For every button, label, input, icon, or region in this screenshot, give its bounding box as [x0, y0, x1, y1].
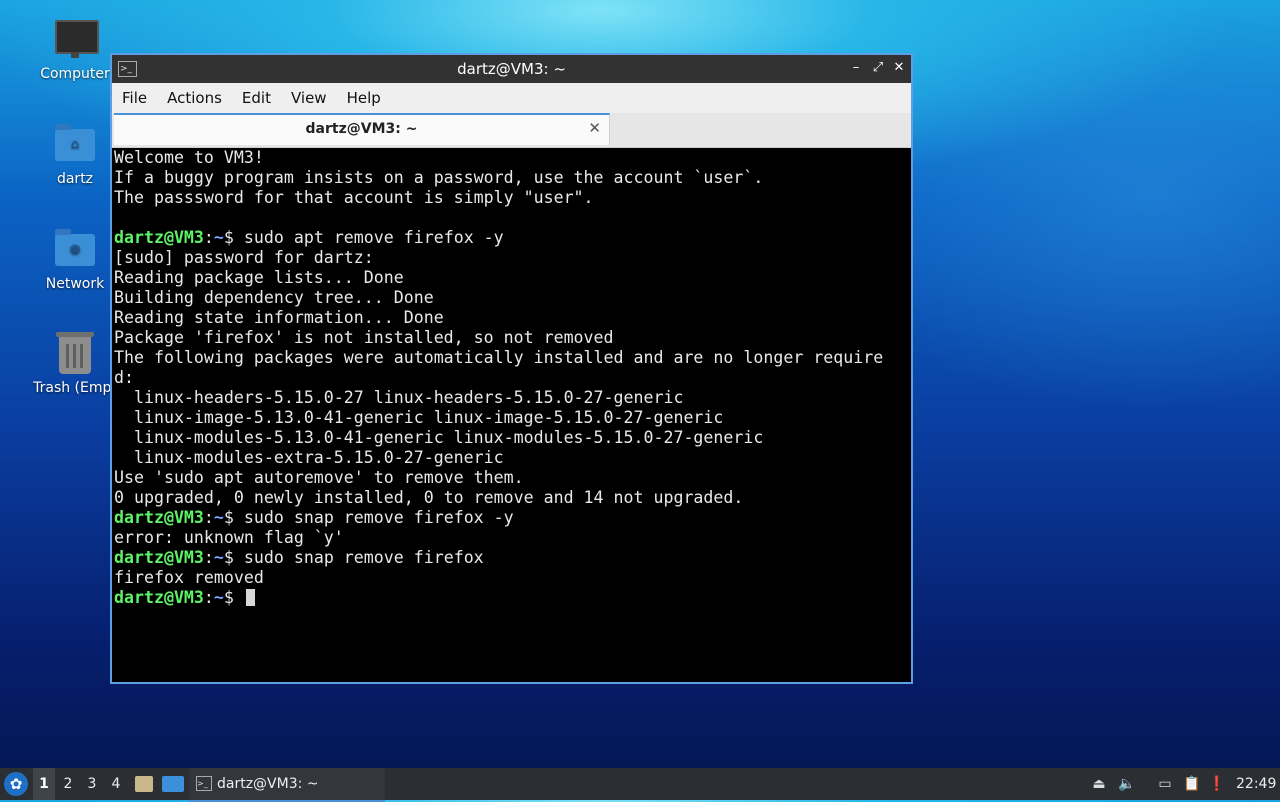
eject-icon[interactable]: ⏏ — [1090, 775, 1108, 793]
trash-icon — [53, 332, 97, 376]
volume-icon[interactable]: 🔈 — [1118, 775, 1136, 793]
tab-close-icon[interactable]: ✕ — [588, 119, 601, 137]
prompt-path: ~ — [213, 588, 224, 607]
terminal-line: Reading state information... Done — [114, 308, 444, 327]
command-text: sudo snap remove firefox — [243, 548, 484, 567]
computer-icon — [53, 18, 99, 62]
tab-terminal[interactable]: dartz@VM3: ~ ✕ — [114, 113, 610, 145]
terminal-line: firefox removed — [114, 568, 264, 587]
prompt-user: dartz@VM3 — [114, 548, 204, 567]
terminal-line: [sudo] password for dartz: — [114, 248, 374, 267]
home-folder-icon: ⌂ — [53, 123, 97, 167]
terminal-line: dartz@VM3:~$ sudo snap remove firefox -y — [114, 508, 909, 528]
terminal-window[interactable]: >_ dartz@VM3: ~ – ⤢ ✕ File Actions Edit … — [110, 53, 913, 684]
terminal-line: If a buggy program insists on a password… — [114, 168, 764, 187]
prompt-separator: : — [203, 548, 214, 567]
prompt-path: ~ — [213, 228, 224, 247]
terminal-line: dartz@VM3:~$ — [114, 588, 909, 608]
menu-actions[interactable]: Actions — [157, 89, 232, 107]
terminal-line: d: — [114, 368, 134, 387]
desktop-icon-network[interactable]: ◉ Network — [27, 228, 123, 292]
terminal-line: error: unknown flag `y' — [114, 528, 344, 547]
menu-view[interactable]: View — [281, 89, 337, 107]
prompt-dollar: $ — [223, 548, 244, 567]
prompt-separator: : — [203, 588, 214, 607]
workspace-4[interactable]: 4 — [105, 768, 127, 800]
prompt-path: ~ — [213, 508, 224, 527]
minimize-button[interactable]: – — [847, 59, 865, 77]
command-text: sudo apt remove firefox -y — [243, 228, 504, 247]
network-folder-icon: ◉ — [53, 228, 97, 272]
terminal-line: linux-modules-extra-5.15.0-27-generic — [114, 448, 504, 467]
workspace-2[interactable]: 2 — [57, 768, 79, 800]
desktop-icon-label: Trash (Empt — [33, 380, 117, 396]
command-text: sudo snap remove firefox -y — [243, 508, 514, 527]
workspace-1[interactable]: 1 — [33, 768, 55, 800]
terminal-line: The following packages were automaticall… — [114, 348, 884, 367]
taskbar-task-label: dartz@VM3: ~ — [217, 776, 319, 792]
terminal-line: linux-image-5.13.0-41-generic linux-imag… — [114, 408, 724, 427]
menu-edit[interactable]: Edit — [232, 89, 281, 107]
prompt-user: dartz@VM3 — [114, 508, 204, 527]
terminal-line: 0 upgraded, 0 newly installed, 0 to remo… — [114, 488, 744, 507]
workspace-3[interactable]: 3 — [81, 768, 103, 800]
desktop-icon-label: dartz — [56, 171, 94, 187]
terminal-line: Welcome to VM3! — [114, 148, 264, 167]
clipboard-icon[interactable]: 📋 — [1183, 775, 1201, 793]
terminal-line: Package 'firefox' is not installed, so n… — [114, 328, 614, 347]
terminal-line: Use 'sudo apt autoremove' to remove them… — [114, 468, 524, 487]
start-menu-icon[interactable]: ✿ — [4, 772, 28, 796]
terminal-line: linux-headers-5.15.0-27 linux-headers-5.… — [114, 388, 684, 407]
file-manager-icon[interactable] — [135, 776, 153, 792]
menu-file[interactable]: File — [112, 89, 157, 107]
terminal-cursor — [245, 589, 255, 606]
prompt-user: dartz@VM3 — [114, 588, 204, 607]
desktop-icon-trash[interactable]: Trash (Empt — [27, 332, 123, 396]
prompt-user: dartz@VM3 — [114, 228, 204, 247]
show-desktop-icon[interactable] — [162, 776, 184, 792]
terminal-line: Reading package lists... Done — [114, 268, 404, 287]
desktop-icon-computer[interactable]: Computer — [27, 18, 123, 82]
window-title: dartz@VM3: ~ — [457, 60, 566, 78]
prompt-dollar: $ — [223, 228, 244, 247]
terminal-line: dartz@VM3:~$ sudo snap remove firefox — [114, 548, 909, 568]
desktop-icon-label: Computer — [40, 66, 110, 82]
desktop-icon-label: Network — [45, 276, 105, 292]
clock[interactable]: 22:49 — [1236, 768, 1276, 800]
update-notifier-icon[interactable]: ❗ — [1208, 775, 1226, 793]
taskbar: ✿ 1 2 3 4 >_ dartz@VM3: ~ ⏏ 🔈 ▭ 📋 ❗ 22:4… — [0, 768, 1280, 802]
close-button[interactable]: ✕ — [890, 59, 908, 77]
prompt-path: ~ — [213, 548, 224, 567]
prompt-separator: : — [203, 508, 214, 527]
menu-help[interactable]: Help — [337, 89, 391, 107]
tab-label: dartz@VM3: ~ — [305, 121, 418, 137]
maximize-button[interactable]: ⤢ — [869, 59, 887, 77]
terminal-line: dartz@VM3:~$ sudo apt remove firefox -y — [114, 228, 909, 248]
tab-bar: dartz@VM3: ~ ✕ — [112, 113, 911, 148]
terminal-output[interactable]: Welcome to VM3! If a buggy program insist… — [114, 148, 909, 680]
terminal-icon: >_ — [196, 776, 212, 791]
prompt-dollar: $ — [223, 508, 244, 527]
prompt-dollar: $ — [223, 588, 244, 607]
terminal-line: linux-modules-5.13.0-41-generic linux-mo… — [114, 428, 764, 447]
desktop-icon-home[interactable]: ⌂ dartz — [27, 123, 123, 187]
window-titlebar[interactable]: >_ dartz@VM3: ~ – ⤢ ✕ — [112, 55, 911, 83]
network-icon[interactable]: ▭ — [1156, 775, 1174, 793]
menu-bar: File Actions Edit View Help — [112, 83, 911, 113]
terminal-line: The passsword for that account is simply… — [114, 188, 594, 207]
taskbar-terminal-button[interactable]: >_ dartz@VM3: ~ — [189, 768, 385, 802]
prompt-separator: : — [203, 228, 214, 247]
terminal-line: Building dependency tree... Done — [114, 288, 434, 307]
